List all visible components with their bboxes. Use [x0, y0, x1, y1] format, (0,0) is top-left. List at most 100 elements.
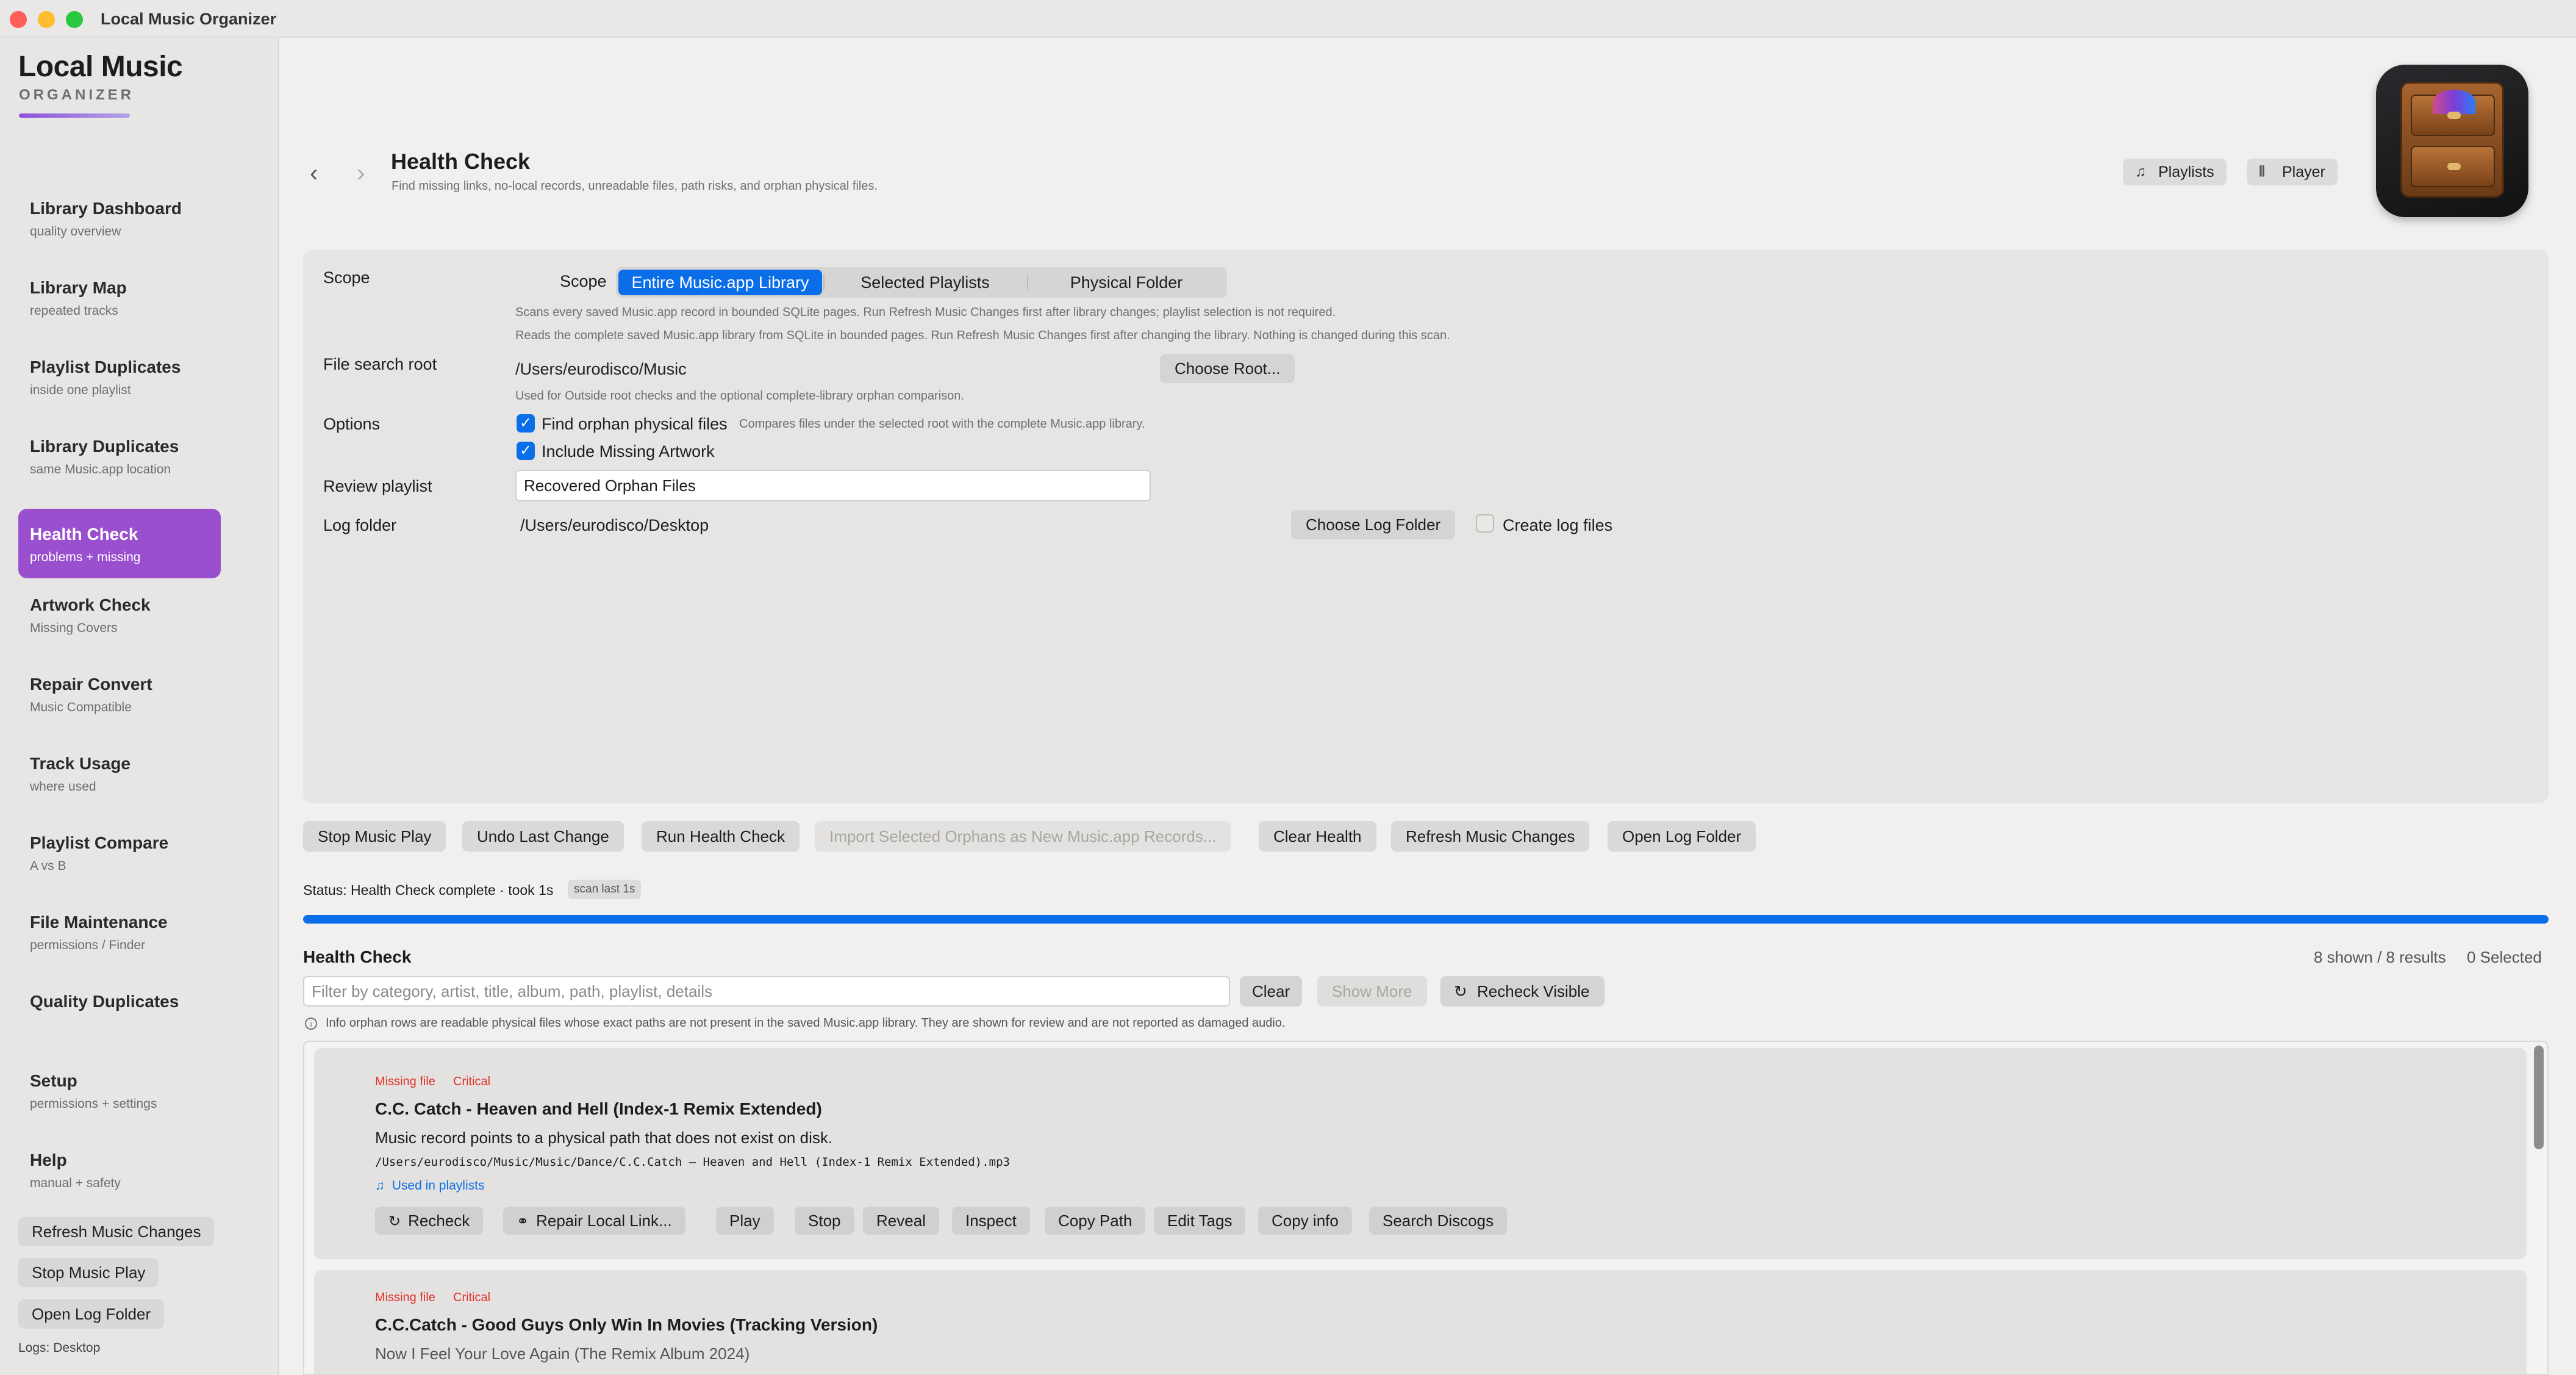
sidebar-item-sub: where used: [30, 780, 96, 794]
sidebar-item-track-usage[interactable]: Track Usage where used: [18, 738, 221, 808]
recheck-visible-label: Recheck Visible: [1477, 982, 1590, 1000]
kind-tag: Missing file: [375, 1291, 435, 1304]
create-log-files-checkbox[interactable]: [1476, 514, 1494, 533]
zoom-window-button[interactable]: [66, 11, 83, 28]
repair-local-link-button[interactable]: ⚭ Repair Local Link...: [503, 1207, 685, 1235]
playlist-icon: ♫: [2135, 163, 2146, 180]
clear-health-button[interactable]: Clear Health: [1259, 821, 1376, 852]
refresh-music-changes-button[interactable]: Refresh Music Changes: [1391, 821, 1590, 852]
waveform-icon: ⫴: [2259, 163, 2266, 180]
playlists-button[interactable]: ♫ Playlists: [2123, 159, 2227, 185]
recheck-label: Recheck: [408, 1212, 470, 1230]
sidebar-item-label: Playlist Duplicates: [30, 357, 181, 376]
find-orphan-checkbox[interactable]: ✓: [517, 414, 535, 433]
choose-root-button[interactable]: Choose Root...: [1160, 354, 1295, 383]
used-in-playlists-label: Used in playlists: [392, 1179, 485, 1193]
sidebar-item-quality-duplicates[interactable]: Quality Duplicates: [18, 976, 221, 1046]
sidebar-item-label: Library Map: [30, 278, 127, 297]
edit-tags-button[interactable]: Edit Tags: [1154, 1207, 1246, 1235]
copy-path-button[interactable]: Copy Path: [1045, 1207, 1146, 1235]
scope-option-physical-folder[interactable]: Physical Folder: [1028, 270, 1225, 295]
sidebar-item-artwork-check[interactable]: Artwork Check Missing Covers: [18, 580, 221, 649]
brand-subtitle: ORGANIZER: [19, 87, 134, 103]
find-orphan-label: Find orphan physical files: [542, 415, 728, 433]
include-missing-artwork-checkbox[interactable]: ✓: [517, 442, 535, 460]
sidebar-item-sub: permissions / Finder: [30, 938, 146, 952]
player-button-label: Player: [2282, 163, 2325, 181]
scope-segmented-control: Entire Music.app Library Selected Playli…: [616, 267, 1227, 298]
sidebar-open-log-folder-button[interactable]: Open Log Folder: [18, 1299, 165, 1329]
import-orphans-button[interactable]: Import Selected Orphans as New Music.app…: [815, 821, 1231, 852]
sidebar-item-label: Help: [30, 1151, 67, 1169]
window-title: Local Music Organizer: [101, 10, 277, 28]
review-playlist-label: Review playlist: [323, 477, 432, 495]
review-playlist-input[interactable]: Recovered Orphan Files: [515, 470, 1151, 501]
stop-button[interactable]: Stop: [795, 1207, 854, 1235]
sidebar-item-sub: permissions + settings: [30, 1097, 157, 1111]
results-scrollbar[interactable]: [2534, 1046, 2544, 1149]
sidebar-item-label: File Maintenance: [30, 913, 168, 932]
forward-arrow-icon[interactable]: ›: [357, 160, 365, 187]
choose-log-folder-button[interactable]: Choose Log Folder: [1291, 510, 1456, 539]
open-log-folder-button[interactable]: Open Log Folder: [1608, 821, 1756, 852]
result-title: C.C. Catch - Heaven and Hell (Index-1 Re…: [375, 1099, 822, 1118]
scan-time-badge: scan last 1s: [568, 880, 642, 899]
used-in-playlists-link[interactable]: ♫ Used in playlists: [375, 1179, 484, 1193]
stop-music-play-button[interactable]: Stop Music Play: [303, 821, 446, 852]
sidebar-item-sub: Missing Covers: [30, 621, 118, 635]
sidebar-item-label: Playlist Compare: [30, 833, 169, 852]
sidebar-item-library-duplicates[interactable]: Library Duplicates same Music.app locati…: [18, 421, 221, 490]
sidebar-item-file-maintenance[interactable]: File Maintenance permissions / Finder: [18, 897, 221, 966]
page-title: Health Check: [391, 149, 531, 174]
refresh-icon: ↻: [1454, 982, 1467, 1000]
sidebar-item-repair-convert[interactable]: Repair Convert Music Compatible: [18, 659, 221, 728]
scope-note-2: Reads the complete saved Music.app libra…: [515, 329, 1450, 342]
result-card[interactable]: Missing file Critical C.C. Catch - Heave…: [314, 1048, 2527, 1259]
close-window-button[interactable]: [10, 11, 27, 28]
play-button[interactable]: Play: [716, 1207, 774, 1235]
scope-option-selected-playlists[interactable]: Selected Playlists: [825, 270, 1026, 295]
progress-fill: [303, 915, 2549, 924]
include-missing-artwork-label: Include Missing Artwork: [542, 442, 715, 461]
recheck-button[interactable]: ↻ Recheck: [375, 1207, 484, 1235]
sidebar-item-library-map[interactable]: Library Map repeated tracks: [18, 262, 221, 332]
sidebar-item-sub: quality overview: [30, 224, 121, 239]
sidebar-item-playlist-duplicates[interactable]: Playlist Duplicates inside one playlist: [18, 342, 221, 411]
search-discogs-button[interactable]: Search Discogs: [1369, 1207, 1508, 1235]
sidebar-item-library-dashboard[interactable]: Library Dashboard quality overview: [18, 183, 221, 253]
recheck-visible-button[interactable]: ↻ Recheck Visible: [1440, 976, 1605, 1007]
run-health-check-button[interactable]: Run Health Check: [642, 821, 800, 852]
results-counts: 8 shown / 8 results: [2314, 948, 2446, 966]
copy-info-button[interactable]: Copy info: [1258, 1207, 1352, 1235]
inspect-button[interactable]: Inspect: [952, 1207, 1030, 1235]
vinyl-disc-icon: [2433, 90, 2475, 114]
player-button[interactable]: ⫴ Player: [2247, 159, 2338, 185]
sidebar-stop-music-play-button[interactable]: Stop Music Play: [18, 1258, 159, 1287]
sidebar-item-health-check[interactable]: Health Check problems + missing: [18, 509, 221, 578]
minimize-window-button[interactable]: [38, 11, 55, 28]
sidebar-item-label: Library Duplicates: [30, 437, 179, 456]
options-label: Options: [323, 415, 381, 433]
undo-last-change-button[interactable]: Undo Last Change: [462, 821, 624, 852]
sidebar-item-label: Repair Convert: [30, 675, 152, 694]
sidebar-item-help[interactable]: Help manual + safety: [18, 1135, 221, 1204]
show-more-button[interactable]: Show More: [1317, 976, 1427, 1007]
sidebar-item-playlist-compare[interactable]: Playlist Compare A vs B: [18, 817, 221, 887]
clear-filter-button[interactable]: Clear: [1240, 976, 1303, 1007]
create-log-files-label: Create log files: [1503, 516, 1613, 534]
sidebar-item-label: Library Dashboard: [30, 199, 182, 218]
back-arrow-icon[interactable]: ‹: [310, 160, 318, 187]
sidebar-item-label: Health Check: [30, 525, 138, 544]
results-list[interactable]: Missing file Critical C.C. Catch - Heave…: [303, 1041, 2549, 1375]
sidebar-refresh-music-changes-button[interactable]: Refresh Music Changes: [18, 1217, 215, 1246]
kind-tag: Missing file: [375, 1075, 435, 1088]
selected-count: 0 Selected: [2467, 948, 2542, 966]
result-card[interactable]: Missing file Critical C.C.Catch - Good G…: [314, 1270, 2527, 1374]
results-filter-input[interactable]: [303, 976, 1230, 1007]
sidebar-item-setup[interactable]: Setup permissions + settings: [18, 1055, 221, 1125]
sidebar-item-sub: same Music.app location: [30, 462, 171, 476]
reveal-button[interactable]: Reveal: [863, 1207, 939, 1235]
brand-accent-bar: [19, 113, 130, 118]
brand-title: Local Music: [18, 51, 183, 83]
scope-option-entire-library[interactable]: Entire Music.app Library: [618, 270, 822, 295]
